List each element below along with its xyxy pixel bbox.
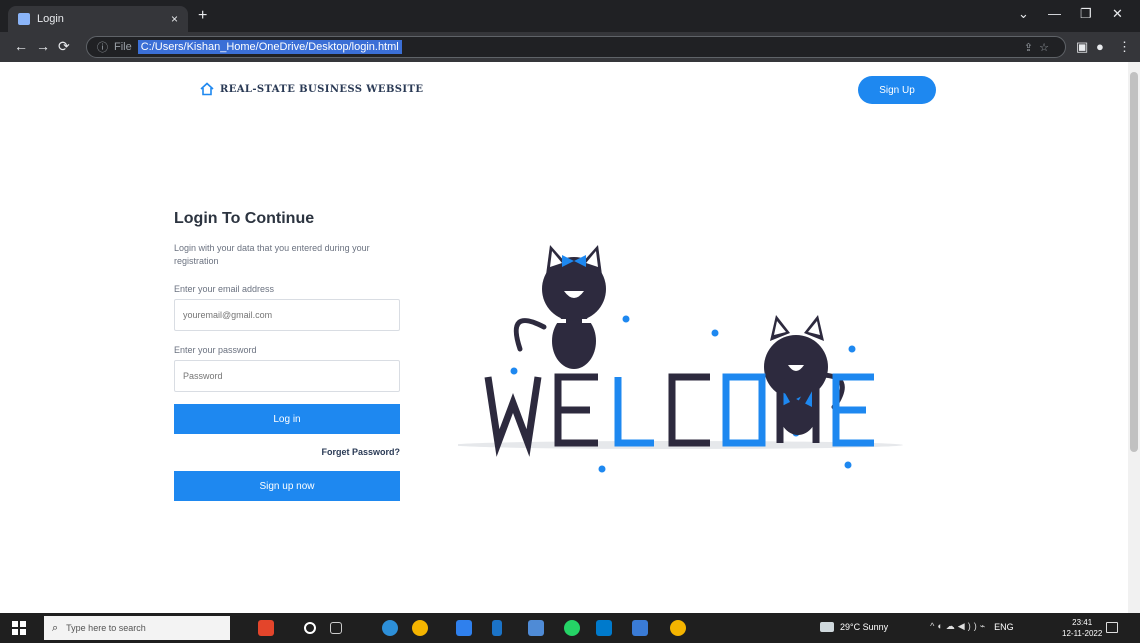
clock-date: 12-11-2022 [1062,629,1103,638]
omnibox-tools-icon[interactable]: ⇪☆ [1024,41,1055,54]
whatsapp-icon[interactable] [564,620,580,636]
dot [844,461,852,469]
clock-time: 23:41 [1072,618,1093,627]
dot [711,329,719,337]
dot [598,465,606,473]
address-bar[interactable]: ⓘ File C:/Users/Kishan_Home/OneDrive/Des… [86,36,1066,58]
browser-tab[interactable]: Login × [8,6,188,32]
left-cat [513,245,606,369]
tab-title: Login [37,13,64,25]
explorer-icon[interactable] [528,620,544,636]
close-window-icon[interactable]: ✕ [1112,6,1123,22]
profile-icon[interactable]: ● [1096,39,1104,54]
welcome-letter [484,376,542,457]
tab-search-icon[interactable]: ⌄ [1018,6,1029,22]
home-icon [200,82,214,96]
maximize-icon[interactable]: ❐ [1080,6,1092,22]
form-title: Login To Continue [174,210,315,227]
welcome-letter [722,373,766,447]
vscode-icon[interactable] [596,620,612,636]
welcome-letter [554,373,598,447]
dot [510,367,518,375]
mail-icon[interactable] [632,620,648,636]
page-scrollbar[interactable] [1128,62,1140,613]
welcome-letter [668,373,710,447]
right-cat [764,315,845,435]
password-field[interactable] [174,360,400,392]
language-indicator[interactable]: ENG [994,622,1014,632]
tab-close-icon[interactable]: × [171,12,178,26]
taskbar-search-placeholder: Type here to search [66,623,146,633]
system-tray: 29°C Sunny ^◐☁◀))⌁ ENG [820,621,1014,632]
minimize-icon[interactable]: — [1048,6,1061,21]
search-icon: ⌕ [52,621,59,634]
url-text[interactable]: C:/Users/Kishan_Home/OneDrive/Desktop/lo… [137,40,402,54]
page-content: REAL-STATE BUSINESS WEBSITE Sign Up Logi… [0,62,1128,613]
forgot-password-link[interactable]: Forget Password? [174,447,400,457]
password-label: Enter your password [174,345,257,355]
welcome-illustration [458,245,903,473]
email-field[interactable] [174,299,400,331]
windows-start-icon[interactable] [12,621,26,635]
back-icon[interactable]: ← [14,38,28,54]
page-favicon-icon [18,13,30,25]
edge-icon[interactable] [382,620,398,636]
chrome-active-icon[interactable] [670,620,686,636]
chrome-icon[interactable] [412,620,428,636]
dot [622,315,630,323]
login-form: Login To Continue Login with your data t… [174,210,400,501]
task-view-icon[interactable] [330,622,342,634]
tray-icons[interactable]: ^◐☁◀))⌁ [930,621,988,632]
sign-up-now-button[interactable]: Sign up now [174,471,400,501]
browser-toolbar: ← → ⟳ ⓘ File C:/Users/Kishan_Home/OneDri… [0,32,1140,62]
news-widget-icon[interactable] [258,620,274,636]
forward-icon[interactable]: → [36,38,50,54]
brand-name: REAL-STATE BUSINESS WEBSITE [220,83,424,95]
welcome-word [484,363,874,457]
brand[interactable]: REAL-STATE BUSINESS WEBSITE [200,82,423,96]
store-icon[interactable] [456,620,472,636]
new-tab-icon[interactable]: + [198,7,207,25]
weather-text[interactable]: 29°C Sunny [840,622,888,632]
email-label: Enter your email address [174,284,275,294]
taskbar-search-input[interactable]: ⌕ Type here to search [44,616,230,640]
browser-tab-bar: Login × + ⌄ — ❐ ✕ [0,0,1140,32]
site-info-icon[interactable]: ⓘ [97,39,108,55]
reload-icon[interactable]: ⟳ [58,38,70,55]
taskbar-clock[interactable]: 23:41 12-11-2022 [1062,617,1102,639]
scrollbar-thumb[interactable] [1130,72,1138,452]
welcome-letter [614,377,654,447]
weather-icon[interactable] [820,621,834,632]
url-scheme: File [114,41,132,53]
vscode-blue-icon[interactable] [492,620,502,636]
menu-icon[interactable]: ⋮ [1118,39,1131,55]
windows-taskbar: ⌕ Type here to search 29°C Sunny ^◐☁◀))⌁… [0,613,1140,643]
dot [848,345,856,353]
extensions-icon[interactable]: ▣ [1076,39,1088,55]
form-description: Login with your data that you entered du… [174,243,370,266]
notification-icon[interactable] [1106,622,1118,633]
cortana-icon[interactable] [304,622,316,634]
login-button[interactable]: Log in [174,404,400,434]
sign-up-button[interactable]: Sign Up [858,76,936,104]
